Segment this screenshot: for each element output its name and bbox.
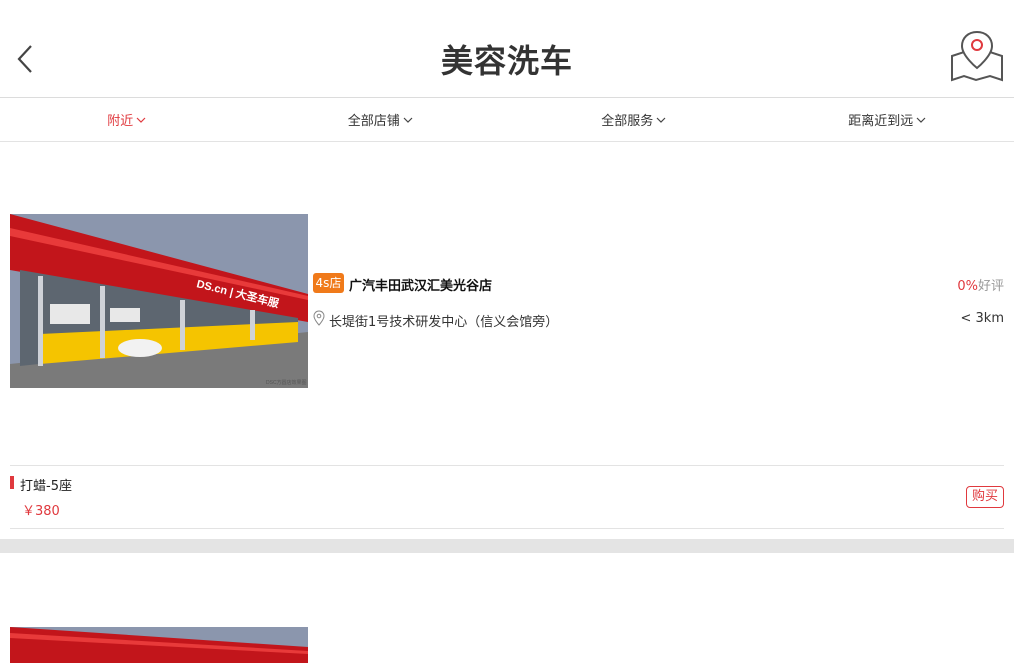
location-icon [313,310,325,326]
image-caption-text: DSC方圆店效果图 [266,379,307,386]
service-name: 打蜡-5座 [20,479,72,494]
buy-button[interactable]: 购买 [966,486,1004,508]
storefront-image [10,627,308,663]
chevron-down-icon [916,117,926,123]
divider [10,528,1004,529]
page-title: 美容洗车 [440,42,573,80]
chevron-down-icon [403,117,413,123]
service-marker [10,476,14,489]
rating-percent: 0% [957,279,978,294]
shop-address: 长堤街1号技术研发中心（信义会馆旁） [329,315,559,330]
filter-label: 附近 [107,114,134,129]
chevron-down-icon [136,117,146,123]
filter-label: 全部服务 [601,114,654,129]
storefront-image: DS.cn | 大圣车服 DSC方圆店效果图 [10,214,308,388]
header: 美容洗车 [0,0,1014,98]
rating-label: 好评 [977,279,1004,294]
filter-sort-distance[interactable]: 距离近到远 [761,98,1014,141]
rating: 0%好评 [957,275,1004,294]
shop-type-badge: 4s店 [313,273,344,293]
filter-all-shops[interactable]: 全部店铺 [254,98,508,141]
shop-distance: < 3km [960,311,1005,326]
filter-label: 全部店铺 [347,114,400,129]
shop-name[interactable]: 广汽丰田武汉汇美光谷店 [349,275,492,294]
divider [10,465,1004,466]
map-button[interactable] [946,28,1008,84]
filter-all-services[interactable]: 全部服务 [507,98,761,141]
shop-image[interactable] [10,627,308,663]
section-gap [0,539,1014,553]
shop-image[interactable]: DS.cn | 大圣车服 DSC方圆店效果图 [10,214,308,388]
chevron-down-icon [656,117,666,123]
map-pin-icon [951,30,1003,82]
filter-bar: 附近 全部店铺 全部服务 距离近到远 [0,98,1014,142]
filter-label: 距离近到远 [848,114,914,129]
service-price: ￥380 [22,504,60,519]
filter-nearby[interactable]: 附近 [0,98,254,141]
